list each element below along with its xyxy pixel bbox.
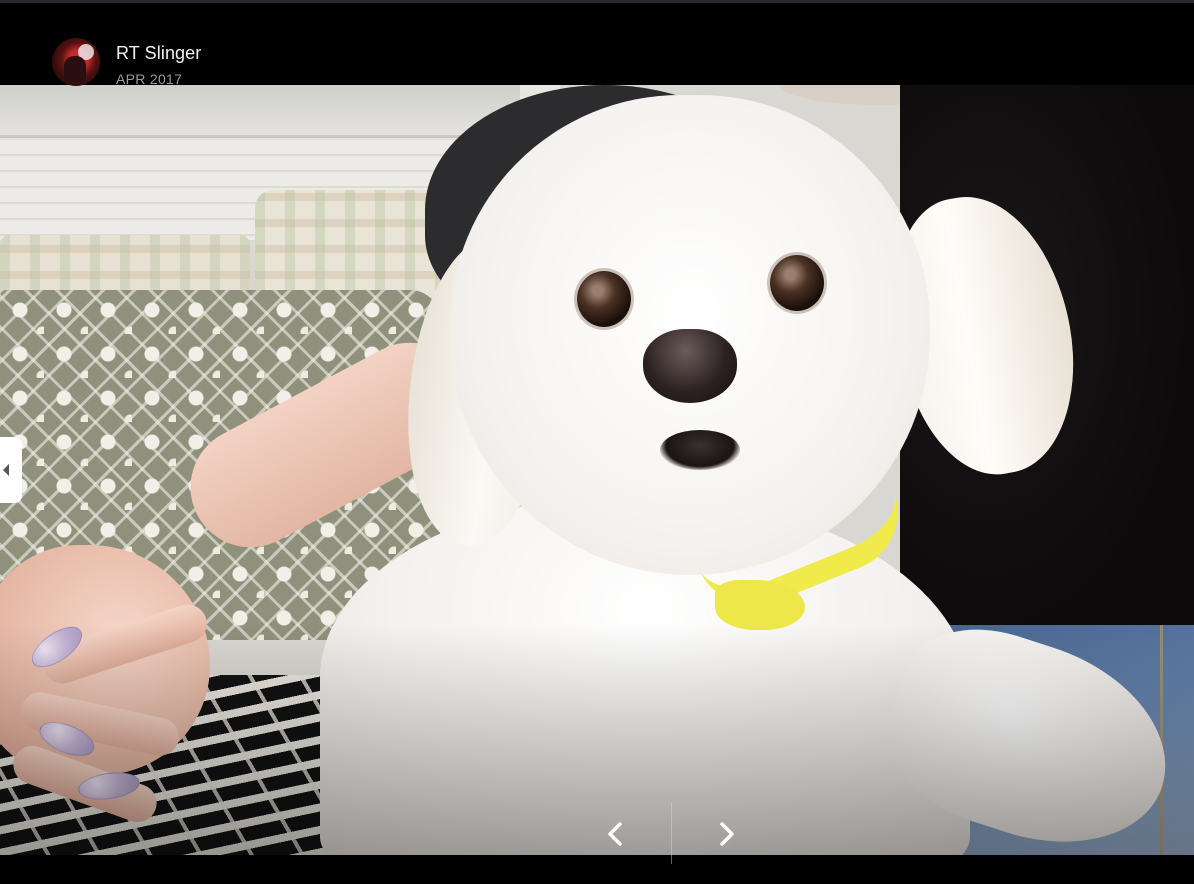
photo-dog-eye-left xyxy=(577,271,631,327)
photo-window-frame xyxy=(0,85,520,138)
avatar-figure xyxy=(64,56,86,82)
photo-dog-nose xyxy=(643,329,737,403)
caret-left-icon xyxy=(3,464,9,476)
side-panel-toggle[interactable] xyxy=(0,437,22,503)
post-header: RT Slinger APR 2017 xyxy=(0,3,1194,87)
photo-dog-eye-right xyxy=(770,255,824,311)
main-photo xyxy=(0,85,1194,855)
photo-viewer: RT Slinger APR 2017 xyxy=(0,0,1194,884)
chevron-right-icon xyxy=(720,822,734,846)
nav-divider xyxy=(671,802,672,864)
photo-dog-mouth xyxy=(660,430,740,470)
chevron-left-icon xyxy=(608,822,622,846)
photo-dog-collar-knot xyxy=(715,580,805,630)
post-date: APR 2017 xyxy=(116,71,183,87)
avatar[interactable] xyxy=(52,38,100,86)
next-photo-button[interactable] xyxy=(696,800,756,864)
previous-photo-button[interactable] xyxy=(586,800,646,864)
author-name[interactable]: RT Slinger xyxy=(116,43,201,64)
